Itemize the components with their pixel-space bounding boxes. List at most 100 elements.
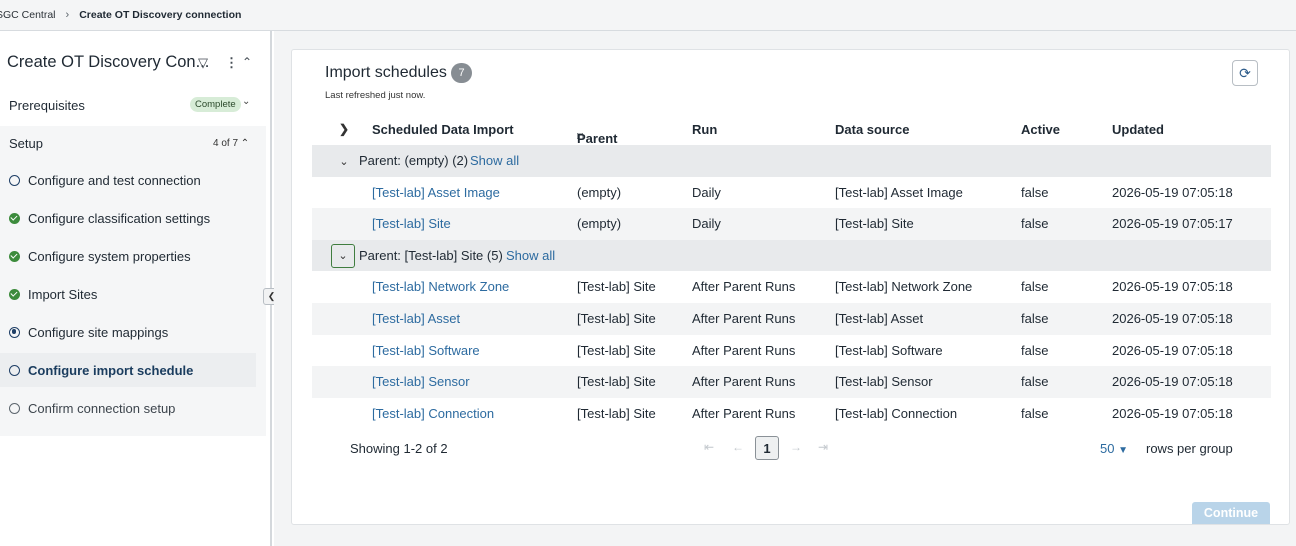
refresh-button[interactable]: ⟳	[1232, 60, 1258, 86]
import-schedules-card: Import schedules 7 Last refreshed just n…	[291, 49, 1290, 525]
data-source-cell: [Test-lab] Sensor	[835, 374, 933, 390]
schedule-name-link[interactable]: [Test-lab] Network Zone	[372, 279, 509, 294]
run-cell: Daily	[692, 184, 721, 200]
circle-icon	[9, 364, 20, 376]
active-cell: false	[1021, 310, 1049, 326]
rows-per-group-select[interactable]: 50 ▼	[1100, 441, 1128, 456]
setup-section: Setup 4 of 7 ⌃ Configure and test connec…	[0, 126, 266, 436]
column-header[interactable]: Scheduled Data Import	[372, 122, 514, 137]
sidebar-step[interactable]: Configure import schedule	[0, 353, 256, 387]
data-source-cell: [Test-lab] Connection	[835, 405, 958, 421]
check-circle-icon	[9, 212, 20, 224]
chevron-down-icon[interactable]: ⌄	[332, 149, 356, 173]
breadcrumb-root[interactable]: SGC Central	[0, 9, 56, 21]
pagination: Showing 1-2 of 2 ⇤ ← 1 → ⇥ 50 ▼ rows per…	[312, 433, 1271, 463]
showing-text: Showing 1-2 of 2	[350, 441, 448, 456]
run-cell: After Parent Runs	[692, 405, 796, 421]
parent-cell: [Test-lab] Site	[577, 374, 656, 390]
group-row: ⌄ Parent: (empty) (2) Show all	[312, 145, 1271, 177]
updated-cell: 2026-05-19 07:05:18	[1112, 279, 1233, 295]
partial-circle-icon	[9, 326, 20, 338]
column-header: Parent	[577, 131, 618, 146]
show-all-link[interactable]: Show all	[506, 248, 555, 263]
sidebar-step[interactable]: Confirm connection setup	[0, 391, 256, 425]
parent-cell: [Test-lab] Site	[577, 405, 656, 421]
breadcrumb-current: Create OT Discovery connection	[79, 9, 242, 21]
sidebar-step-label: Confirm connection setup	[28, 400, 176, 416]
status-badge: Complete	[190, 97, 241, 112]
circle-icon	[9, 174, 20, 186]
schedule-name-link[interactable]: [Test-lab] Software	[372, 343, 480, 358]
schedule-name-link[interactable]: [Test-lab] Site	[372, 216, 451, 231]
chevron-down-icon[interactable]: ⌄	[331, 243, 355, 268]
parent-cell: [Test-lab] Site	[577, 342, 656, 358]
column-header[interactable]: Active	[1021, 122, 1060, 137]
count-badge: 7	[451, 63, 472, 83]
table-row: [Test-lab] Network Zone [Test-lab] Site Af…	[312, 271, 1271, 303]
sidebar-step[interactable]: Configure system properties	[0, 239, 256, 273]
expand-all-icon[interactable]: ❯	[339, 122, 349, 136]
run-cell: After Parent Runs	[692, 374, 796, 390]
sidebar: Create OT Discovery Con... ▽ ⋮ ⌃ Prerequ…	[0, 31, 272, 546]
data-source-cell: [Test-lab] Site	[835, 216, 914, 232]
continue-button[interactable]: Continue	[1192, 502, 1270, 524]
sidebar-step[interactable]: Configure site mappings	[0, 315, 256, 349]
sidebar-step[interactable]: Configure and test connection	[0, 163, 256, 197]
active-cell: false	[1021, 184, 1049, 200]
schedule-name-link[interactable]: [Test-lab] Connection	[372, 406, 494, 421]
data-source-cell: [Test-lab] Asset Image	[835, 184, 963, 200]
schedule-name-link[interactable]: [Test-lab] Asset Image	[372, 185, 500, 200]
sidebar-step-label: Configure site mappings	[28, 324, 169, 340]
page-title: Import schedules	[325, 64, 447, 81]
check-circle-icon	[9, 250, 20, 262]
chevron-up-icon[interactable]: ⌃	[242, 55, 252, 69]
previous-page-icon[interactable]: ←	[732, 440, 744, 454]
column-header[interactable]: Run	[692, 122, 717, 137]
updated-cell: 2026-05-19 07:05:18	[1112, 342, 1233, 358]
parent-cell: (empty)	[577, 184, 622, 200]
first-page-icon[interactable]: ⇤	[704, 440, 714, 454]
last-refreshed-text: Last refreshed just now.	[325, 90, 426, 101]
sidebar-step-label: Configure import schedule	[28, 362, 194, 378]
setup-label: Setup	[9, 136, 43, 151]
parent-cell: (empty)	[577, 216, 622, 232]
group-label: Parent: [Test-lab] Site (5)	[359, 247, 503, 263]
breadcrumb: SGC Central › Create OT Discovery connec…	[0, 0, 1296, 31]
sidebar-title: Create OT Discovery Con...	[7, 53, 210, 71]
prerequisites-section[interactable]: Prerequisites Complete ⌄	[0, 93, 264, 117]
sidebar-step[interactable]: Configure classification settings	[0, 201, 256, 235]
more-options-icon[interactable]: ⋮	[225, 55, 238, 71]
table-row: [Test-lab] Software [Test-lab] Site After …	[312, 335, 1271, 367]
table-row: [Test-lab] Asset [Test-lab] Site After Par…	[312, 302, 1271, 335]
prerequisites-label: Prerequisites	[9, 97, 85, 113]
filter-icon[interactable]: ▽	[198, 55, 208, 71]
table-header: ❯ Scheduled Data Import Parent □ Run Dat…	[312, 113, 1271, 146]
schedules-table: ❯ Scheduled Data Import Parent □ Run Dat…	[312, 113, 1271, 429]
table-row: [Test-lab] Sensor [Test-lab] Site After Pa…	[312, 366, 1271, 398]
schedule-name-link[interactable]: [Test-lab] Asset	[372, 311, 460, 326]
sidebar-step-label: Configure system properties	[28, 248, 191, 264]
group-icon: □	[577, 131, 584, 142]
breadcrumb-separator-icon: ›	[65, 9, 70, 21]
show-all-link[interactable]: Show all	[470, 153, 519, 168]
next-page-icon[interactable]: →	[790, 440, 802, 454]
chevron-down-icon: ⌄	[242, 96, 251, 107]
refresh-icon: ⟳	[1239, 64, 1251, 81]
table-row: [Test-lab] Asset Image (empty) Daily [Test-…	[312, 177, 1271, 209]
parent-cell: [Test-lab] Site	[577, 310, 656, 326]
setup-progress[interactable]: 4 of 7 ⌃	[213, 138, 249, 149]
sidebar-step[interactable]: Import Sites	[0, 277, 256, 311]
last-page-icon[interactable]: ⇥	[818, 440, 828, 454]
active-cell: false	[1021, 216, 1049, 232]
updated-cell: 2026-05-19 07:05:17	[1112, 216, 1233, 232]
column-header[interactable]: Updated	[1112, 122, 1164, 137]
schedule-name-link[interactable]: [Test-lab] Sensor	[372, 374, 470, 389]
page-number-button[interactable]: 1	[755, 436, 779, 460]
rows-per-group-value: 50	[1100, 441, 1115, 456]
circle-icon	[9, 402, 20, 414]
updated-cell: 2026-05-19 07:05:18	[1112, 405, 1233, 421]
sidebar-step-label: Configure classification settings	[28, 210, 211, 226]
column-header[interactable]: Data source	[835, 122, 909, 137]
run-cell: Daily	[692, 216, 721, 232]
active-cell: false	[1021, 342, 1049, 358]
